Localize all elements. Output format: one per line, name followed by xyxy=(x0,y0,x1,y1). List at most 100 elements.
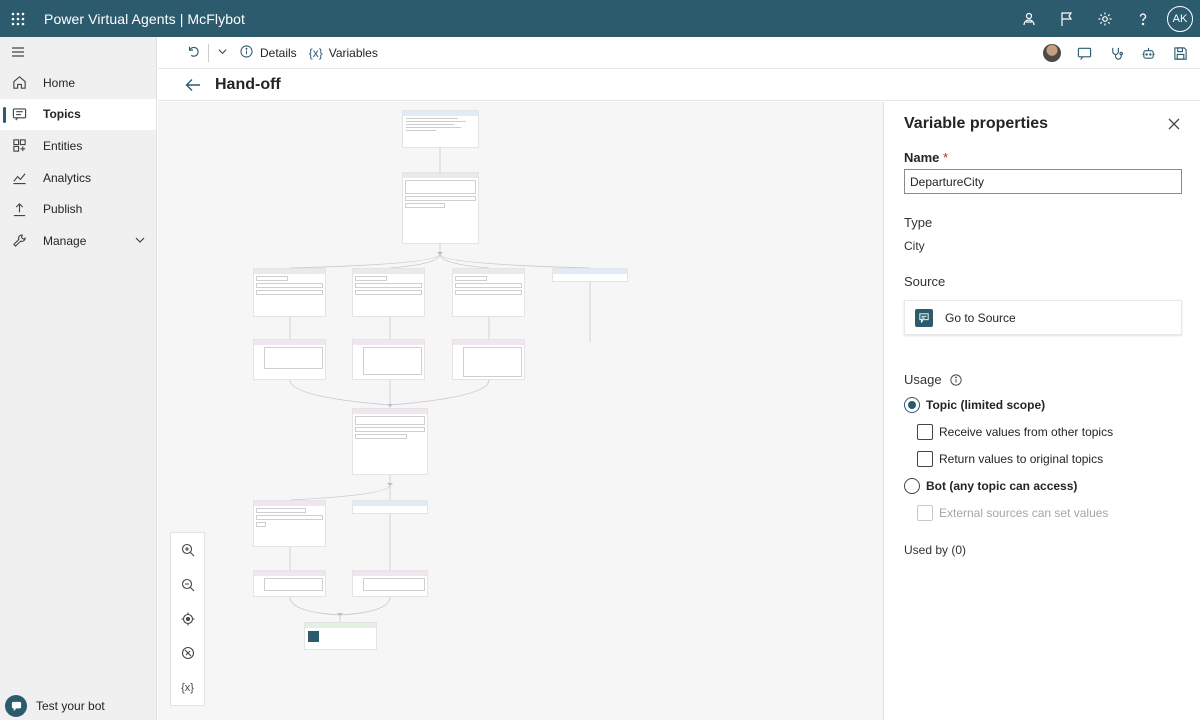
comment-icon[interactable] xyxy=(1074,43,1094,63)
app-launcher-icon[interactable] xyxy=(0,0,36,37)
hamburger-menu-icon[interactable] xyxy=(0,37,156,67)
return-values-checkbox[interactable]: Return values to original topics xyxy=(917,451,1103,467)
condition-node[interactable] xyxy=(452,268,525,317)
user-photo-avatar[interactable] xyxy=(1042,43,1062,63)
receive-values-label: Receive values from other topics xyxy=(939,425,1114,439)
condition-node[interactable] xyxy=(552,268,628,282)
external-sources-checkbox: External sources can set values xyxy=(917,505,1108,521)
undo-history-dropdown[interactable] xyxy=(211,37,234,69)
end-conversation-node[interactable] xyxy=(304,622,377,650)
entities-icon xyxy=(11,138,27,154)
sidebar-item-topics[interactable]: Topics xyxy=(0,98,156,131)
condition-node[interactable] xyxy=(253,500,326,547)
sidebar-item-label: Publish xyxy=(43,202,83,217)
settings-gear-icon[interactable] xyxy=(1086,0,1124,37)
variables-button[interactable]: {x} Variables xyxy=(303,37,384,69)
variables-label: Variables xyxy=(328,45,378,60)
message-node[interactable] xyxy=(253,570,326,597)
sidebar-item-label: Home xyxy=(43,75,76,90)
chat-icon xyxy=(11,106,27,122)
condition-node[interactable] xyxy=(253,268,326,317)
type-value: City xyxy=(904,239,925,253)
sidebar-item-analytics[interactable]: Analytics xyxy=(0,162,156,194)
source-label: Source xyxy=(904,274,946,289)
left-navigation: Home Topics Entities Analytics Publish M… xyxy=(0,37,157,720)
message-node[interactable] xyxy=(352,570,428,597)
user-avatar[interactable]: AK xyxy=(1167,5,1193,32)
variables-toggle-icon[interactable]: {x} xyxy=(178,678,198,698)
radio-unselected[interactable] xyxy=(904,478,920,494)
variable-properties-panel: Variable properties Name * Type City Sou… xyxy=(883,102,1200,720)
analytics-icon xyxy=(11,170,27,186)
sidebar-item-publish[interactable]: Publish xyxy=(0,193,156,225)
name-label-row: Name * xyxy=(904,150,948,165)
chevron-down-icon xyxy=(217,46,228,60)
wrench-icon xyxy=(11,233,27,249)
bot-scope-label: Bot (any topic can access) xyxy=(926,479,1078,493)
back-arrow-icon[interactable] xyxy=(173,78,213,92)
page-header: Hand-off xyxy=(158,69,1200,101)
topic-scope-radio[interactable]: Topic (limited scope) xyxy=(904,397,1045,413)
flag-icon[interactable] xyxy=(1048,0,1086,37)
sidebar-item-label: Entities xyxy=(43,138,83,153)
close-icon[interactable] xyxy=(1166,116,1182,132)
environment-icon[interactable] xyxy=(1010,0,1048,37)
top-header: Power Virtual Agents | McFlybot AK xyxy=(0,0,1200,37)
usage-label-row: Usage xyxy=(904,372,962,387)
variable-name-input[interactable] xyxy=(904,169,1182,194)
bot-icon[interactable] xyxy=(1138,43,1158,63)
help-icon[interactable] xyxy=(1124,0,1162,37)
undo-button[interactable] xyxy=(180,37,206,69)
return-values-label: Return values to original topics xyxy=(939,452,1104,466)
message-node[interactable] xyxy=(352,339,425,380)
go-to-source-label: Go to Source xyxy=(945,310,1016,325)
used-by-label: Used by (0) xyxy=(904,543,967,557)
condition-node[interactable] xyxy=(352,500,428,514)
question-node[interactable] xyxy=(402,172,479,244)
recenter-icon[interactable] xyxy=(178,609,198,629)
message-icon xyxy=(915,308,933,327)
sidebar-item-manage[interactable]: Manage xyxy=(0,225,156,257)
undo-icon xyxy=(186,44,200,61)
chevron-down-icon[interactable] xyxy=(134,234,146,249)
checkbox-disabled xyxy=(917,505,933,521)
question-node[interactable] xyxy=(352,408,428,475)
minimap-icon[interactable] xyxy=(178,643,198,663)
flow-connectors xyxy=(289,148,591,622)
type-label: Type xyxy=(904,215,933,230)
save-icon[interactable] xyxy=(1170,43,1190,63)
external-sources-label: External sources can set values xyxy=(939,506,1109,520)
info-icon[interactable] xyxy=(949,373,962,386)
name-label: Name xyxy=(904,150,940,165)
zoom-out-icon[interactable] xyxy=(178,575,198,595)
checkbox[interactable] xyxy=(917,451,933,467)
zoom-in-icon[interactable] xyxy=(178,540,198,560)
trigger-phrases-node[interactable] xyxy=(402,110,479,148)
info-icon xyxy=(240,44,253,61)
command-bar: Details {x} Variables xyxy=(158,37,1200,69)
message-node[interactable] xyxy=(452,339,525,380)
sidebar-item-entities[interactable]: Entities xyxy=(0,130,156,162)
app-title: Power Virtual Agents | McFlybot xyxy=(44,10,246,27)
go-to-source-button[interactable]: Go to Source xyxy=(904,300,1182,335)
divider xyxy=(208,43,209,62)
test-bot-button[interactable]: Test your bot xyxy=(0,692,157,720)
variables-icon: {x} xyxy=(308,45,323,60)
page-title: Hand-off xyxy=(215,75,281,93)
sidebar-item-home[interactable]: Home xyxy=(0,67,156,99)
message-node[interactable] xyxy=(253,339,326,380)
sidebar-item-label: Analytics xyxy=(43,170,92,185)
checkbox[interactable] xyxy=(917,424,933,440)
panel-title: Variable properties xyxy=(904,115,1049,132)
authoring-canvas[interactable]: {x} xyxy=(158,102,883,720)
publish-icon xyxy=(11,201,27,217)
bot-scope-radio[interactable]: Bot (any topic can access) xyxy=(904,478,1077,494)
chat-bubble-icon xyxy=(5,695,27,717)
receive-values-checkbox[interactable]: Receive values from other topics xyxy=(917,424,1113,440)
required-marker: * xyxy=(943,150,949,165)
radio-selected[interactable] xyxy=(904,397,920,413)
details-button[interactable]: Details xyxy=(234,37,303,69)
usage-label: Usage xyxy=(904,372,942,387)
condition-node[interactable] xyxy=(352,268,425,317)
topic-checker-icon[interactable] xyxy=(1106,43,1126,63)
